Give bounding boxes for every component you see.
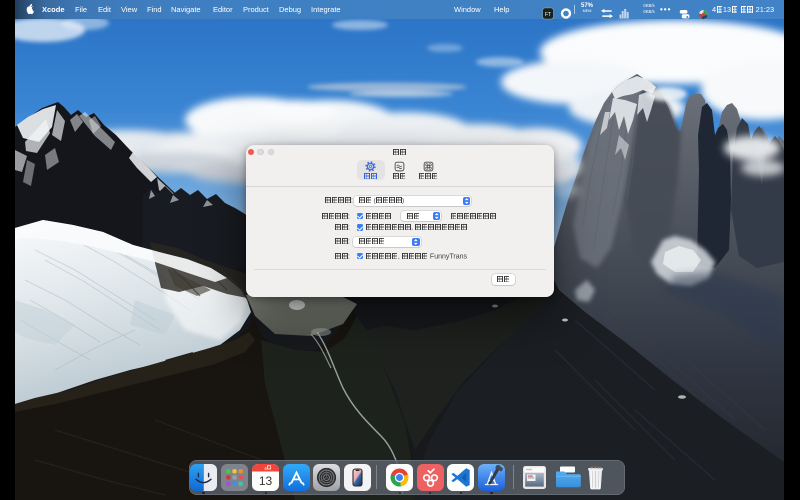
svg-text:13: 13 (259, 474, 273, 488)
svg-text:FT: FT (545, 12, 551, 18)
svg-text:4: 4 (265, 465, 268, 470)
